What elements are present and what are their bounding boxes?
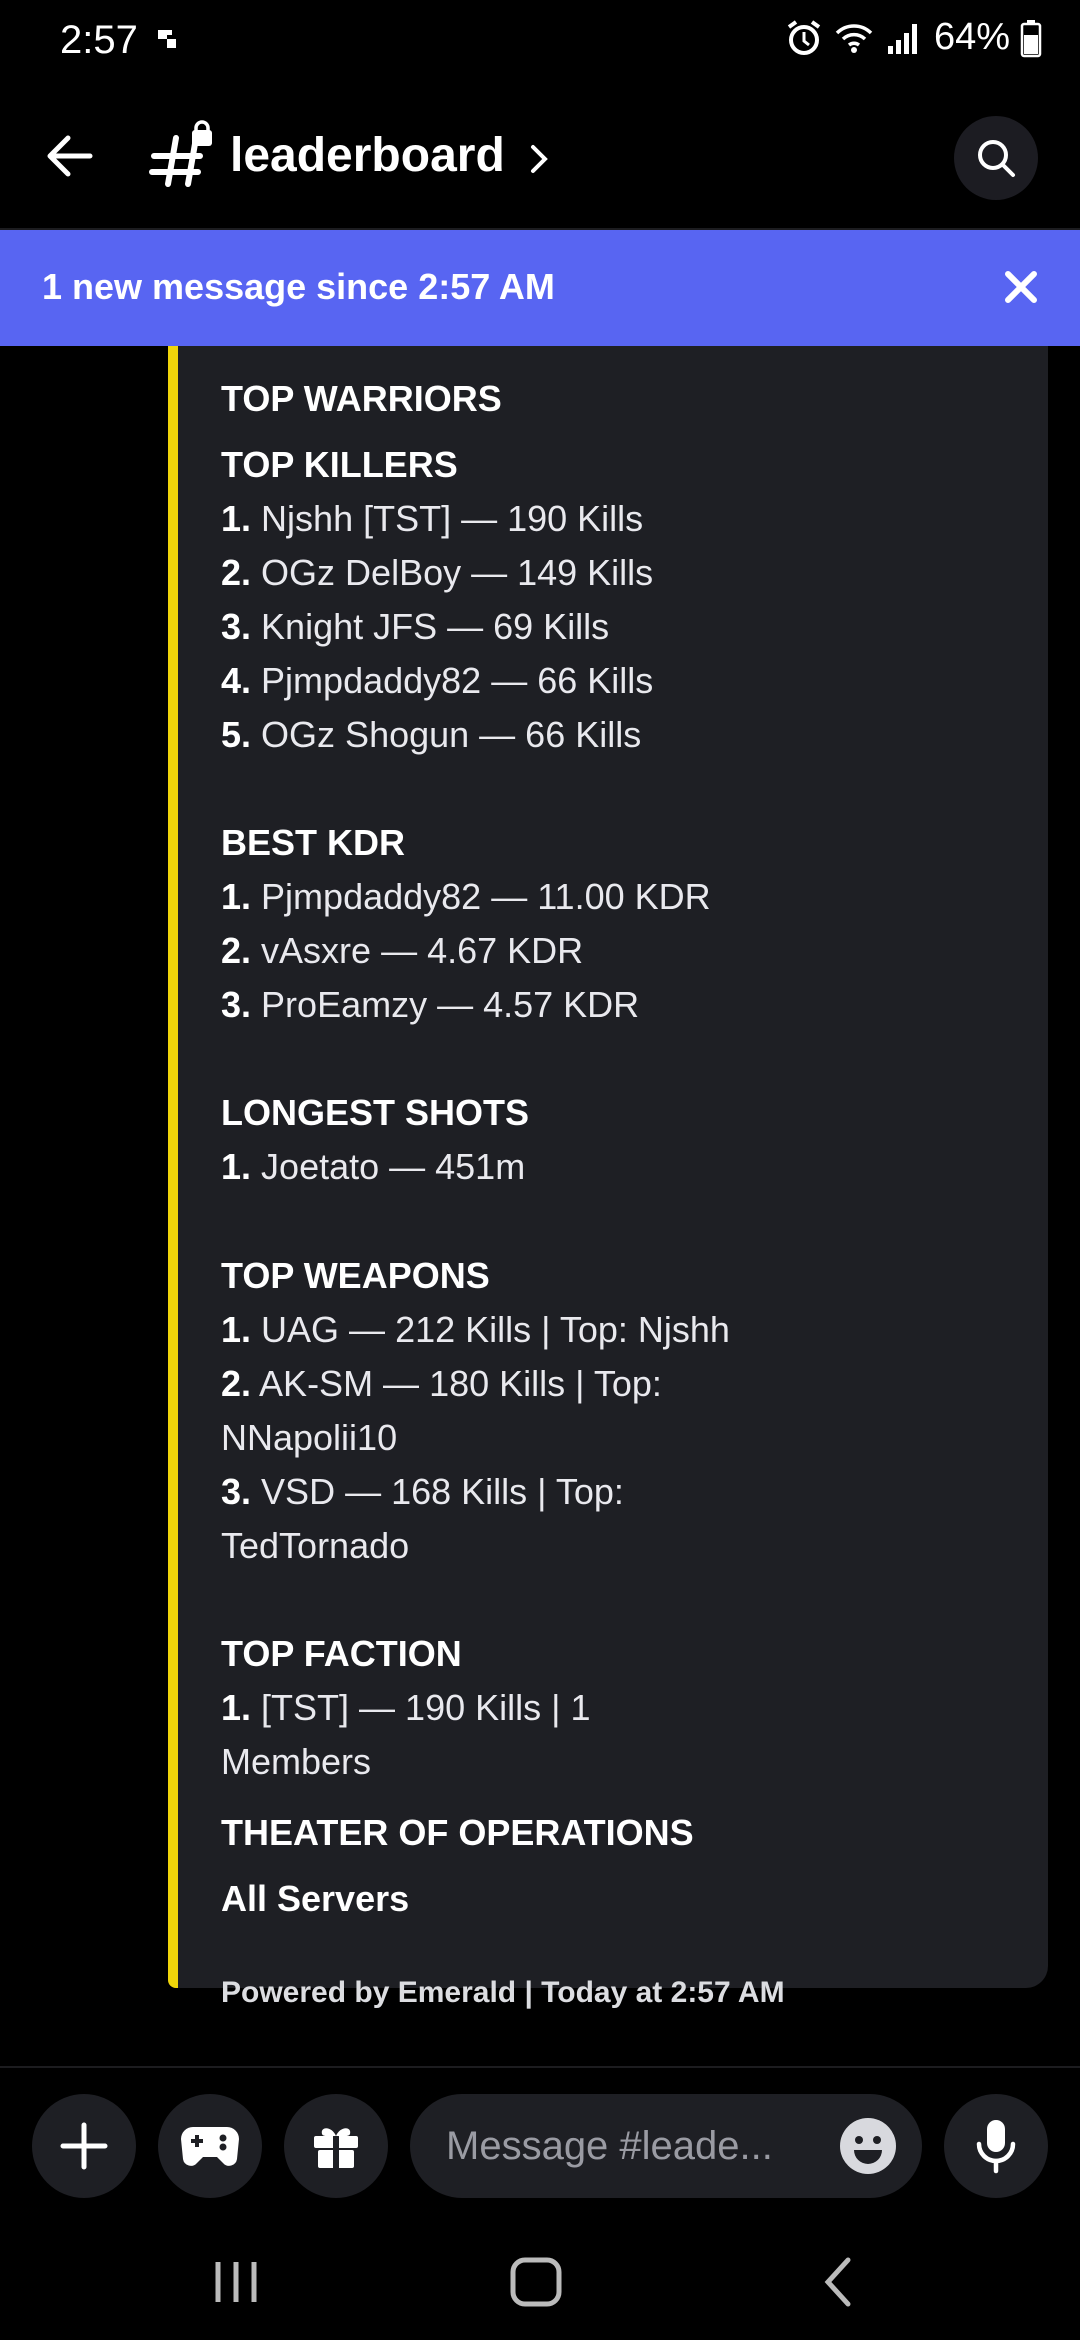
alarm-icon	[787, 19, 821, 55]
list-item-continuation: Members	[221, 1741, 372, 1782]
list-item: 1. Pjmpdaddy82 — 11.00 KDR	[221, 876, 711, 917]
channel-header: leaderboard	[0, 86, 1080, 230]
list-item: 3. Knight JFS — 69 Kills	[221, 606, 610, 647]
message-list[interactable]: TOP WARRIORS TOP KILLERS 1. Njshh [TST] …	[0, 346, 1080, 2066]
message-composer: Message #leade...	[0, 2066, 1080, 2220]
new-message-banner[interactable]: 1 new message since 2:57 AM	[0, 230, 1080, 346]
theater-title: THEATER OF OPERATIONS	[221, 1812, 694, 1853]
embed-footer: Powered by Emerald | Today at 2:57 AM	[221, 1976, 785, 2009]
gift-button[interactable]	[284, 2094, 388, 2198]
list-item: 3. ProEamzy — 4.57 KDR	[221, 984, 640, 1025]
list-item-continuation: TedTornado	[221, 1525, 410, 1566]
list-item: 2. AK-SM — 180 Kills | Top:	[221, 1363, 662, 1404]
new-message-text: 1 new message since 2:57 AM	[42, 266, 555, 307]
list-item: 3. VSD — 168 Kills | Top:	[221, 1471, 624, 1512]
signal-icon	[887, 23, 917, 54]
embed-partial-title: TOP WARRIORS	[221, 378, 502, 419]
add-attachment-button[interactable]	[32, 2094, 136, 2198]
leaderboard-embed: TOP WARRIORS TOP KILLERS 1. Njshh [TST] …	[168, 346, 1048, 2009]
channel-title[interactable]: leaderboard	[230, 128, 505, 183]
system-navigation-bar	[0, 2218, 1080, 2340]
message-input[interactable]: Message #leade...	[410, 2094, 922, 2198]
back-arrow-icon[interactable]	[40, 126, 100, 186]
activities-button[interactable]	[158, 2094, 262, 2198]
gift-icon	[314, 2128, 358, 2168]
chevron-right-icon[interactable]	[526, 142, 552, 176]
list-item: 1. Joetato — 451m	[221, 1146, 526, 1187]
theater-value: All Servers	[221, 1878, 410, 1919]
gamepad-icon	[181, 2127, 239, 2166]
longest-shots-title: LONGEST SHOTS	[221, 1092, 530, 1133]
message-input-placeholder: Message #leade...	[446, 2124, 773, 2168]
locked-channel-hash-icon	[149, 120, 212, 187]
list-item-continuation: NNapolii10	[221, 1417, 398, 1458]
best-kdr-title: BEST KDR	[221, 822, 406, 863]
list-item: 2. vAsxre — 4.67 KDR	[221, 930, 584, 971]
voice-message-button[interactable]	[944, 2094, 1048, 2198]
battery-percentage: 64%	[933, 16, 1010, 58]
battery-icon	[1020, 19, 1042, 57]
list-item: 5. OGz Shogun — 66 Kills	[221, 714, 642, 755]
status-time: 2:57	[60, 18, 138, 62]
top-weapons-title: TOP WEAPONS	[221, 1255, 490, 1296]
list-item: 2. OGz DelBoy — 149 Kills	[221, 552, 654, 593]
plus-icon	[60, 2122, 108, 2170]
wifi-icon	[835, 23, 873, 53]
search-icon	[978, 140, 1015, 177]
top-faction-title: TOP FACTION	[221, 1633, 462, 1674]
list-item: 1. [TST] — 190 Kills | 1	[221, 1687, 591, 1728]
status-bar: 2:57 64%	[0, 0, 1080, 86]
recent-apps-icon[interactable]	[206, 2256, 266, 2308]
status-icons: 64%	[784, 16, 1042, 59]
close-icon[interactable]	[998, 264, 1044, 310]
search-button[interactable]	[954, 116, 1038, 200]
list-item: 1. Njshh [TST] — 190 Kills	[221, 498, 644, 539]
list-item: 4. Pjmpdaddy82 — 66 Kills	[221, 660, 654, 701]
emoji-icon[interactable]	[838, 2116, 898, 2176]
top-killers-title: TOP KILLERS	[221, 444, 458, 485]
microphone-icon	[976, 2120, 1016, 2174]
home-icon[interactable]	[506, 2256, 566, 2308]
notification-dot-icon	[158, 30, 176, 48]
list-item: 1. UAG — 212 Kills | Top: Njshh	[221, 1309, 730, 1350]
back-icon[interactable]	[810, 2256, 870, 2308]
